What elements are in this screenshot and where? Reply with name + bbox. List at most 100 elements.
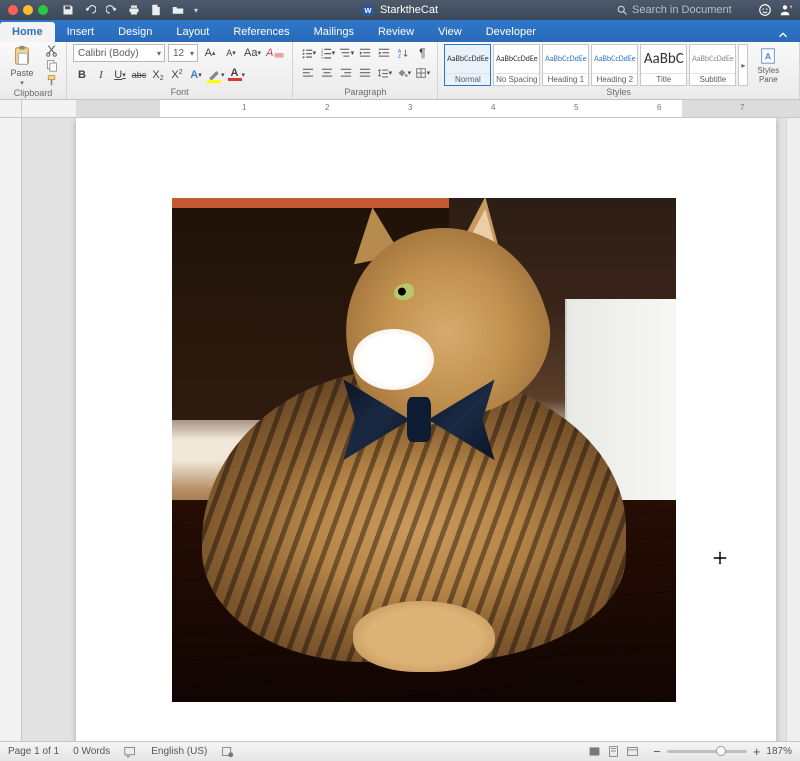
style-title[interactable]: AaBbCTitle	[640, 44, 687, 86]
show-marks-button[interactable]: ¶	[413, 44, 431, 62]
ribbon-tabs: Home Insert Design Layout References Mai…	[0, 20, 800, 42]
save-icon[interactable]	[62, 4, 74, 16]
decrease-indent-button[interactable]	[356, 44, 374, 62]
tab-mailings[interactable]: Mailings	[302, 22, 366, 42]
numbering-button[interactable]: 123▾	[318, 44, 336, 62]
print-layout-icon[interactable]	[607, 745, 620, 758]
zoom-window-button[interactable]	[38, 5, 48, 15]
view-buttons	[588, 745, 639, 758]
align-left-button[interactable]	[299, 64, 317, 82]
tab-review[interactable]: Review	[366, 22, 426, 42]
style-heading-2[interactable]: AaBbCcDdEeHeading 2	[591, 44, 638, 86]
web-layout-icon[interactable]	[626, 745, 639, 758]
new-doc-icon[interactable]	[150, 4, 162, 16]
underline-button[interactable]: U▾	[111, 66, 129, 84]
bullets-button[interactable]: ▾	[299, 44, 317, 62]
zoom-out-button[interactable]: −	[653, 744, 661, 759]
doc-title-wrap: W StarktheCat	[362, 4, 438, 16]
style-subtitle[interactable]: AaBbCcDdEeSubtitle	[689, 44, 736, 86]
font-size-select[interactable]: 12	[168, 44, 198, 62]
align-center-icon	[321, 67, 333, 79]
strikethrough-button[interactable]: abc	[130, 66, 148, 84]
print-icon[interactable]	[128, 4, 140, 16]
scrollbar-vertical[interactable]	[786, 118, 800, 741]
qat-overflow-icon[interactable]: ▾	[194, 6, 198, 15]
font-color-button[interactable]: A▾	[227, 66, 247, 84]
paste-label: Paste	[10, 68, 33, 78]
tab-view[interactable]: View	[426, 22, 474, 42]
tab-references[interactable]: References	[221, 22, 301, 42]
inserted-image[interactable]	[172, 198, 676, 702]
document-canvas[interactable]	[22, 118, 800, 741]
ruler-horizontal[interactable]: 1 2 3 4 5 6 7	[0, 100, 800, 118]
app-window: ▾ W StarktheCat + Home Insert Design Lay…	[0, 0, 800, 761]
copy-icon[interactable]	[45, 59, 58, 72]
doc-title: StarktheCat	[380, 4, 438, 16]
clear-formatting-button[interactable]: A	[265, 44, 286, 62]
eraser-icon	[273, 47, 285, 59]
zoom-slider-thumb[interactable]	[716, 746, 726, 756]
svg-text:W: W	[364, 6, 372, 15]
multilevel-list-button[interactable]: ▾	[337, 44, 355, 62]
search-input[interactable]	[632, 4, 752, 16]
borders-button[interactable]: ▾	[413, 64, 431, 82]
feedback-icon[interactable]	[758, 3, 772, 17]
zoom-in-button[interactable]: +	[753, 744, 761, 759]
spellcheck-icon[interactable]	[124, 745, 137, 758]
justify-icon	[359, 67, 371, 79]
zoom-slider[interactable]	[667, 750, 747, 753]
tab-layout[interactable]: Layout	[164, 22, 221, 42]
tab-home[interactable]: Home	[0, 22, 55, 42]
macro-record-icon[interactable]	[221, 745, 234, 758]
focus-mode-icon[interactable]	[588, 745, 601, 758]
tab-developer[interactable]: Developer	[474, 22, 548, 42]
status-language[interactable]: English (US)	[151, 746, 207, 757]
status-page[interactable]: Page 1 of 1	[8, 746, 59, 757]
paste-button[interactable]: Paste ▾	[6, 45, 38, 87]
document-area	[0, 118, 800, 741]
shrink-font-button[interactable]: A▾	[222, 44, 240, 62]
status-words[interactable]: 0 Words	[73, 746, 110, 757]
text-effects-button[interactable]: A▾	[187, 66, 205, 84]
grow-font-button[interactable]: A▴	[201, 44, 219, 62]
superscript-button[interactable]: X2	[168, 66, 186, 84]
collapse-ribbon-icon[interactable]	[776, 28, 790, 42]
styles-pane-button[interactable]: A Styles Pane	[752, 47, 784, 84]
group-styles: AaBbCcDdEeNormal AaBbCcDdEeNo Spacing Aa…	[438, 42, 800, 99]
format-painter-icon[interactable]	[45, 74, 58, 87]
align-right-button[interactable]	[337, 64, 355, 82]
line-spacing-button[interactable]: ▾	[375, 64, 393, 82]
shading-button[interactable]: ▾	[394, 64, 412, 82]
share-icon[interactable]: +	[778, 3, 792, 17]
ruler-num: 6	[657, 103, 661, 112]
undo-icon[interactable]	[84, 4, 96, 16]
styles-gallery-next[interactable]: ▸	[738, 44, 748, 86]
font-name-select[interactable]: Calibri (Body)	[73, 44, 165, 62]
minimize-window-button[interactable]	[23, 5, 33, 15]
justify-button[interactable]	[356, 64, 374, 82]
cut-icon[interactable]	[45, 44, 58, 57]
style-normal[interactable]: AaBbCcDdEeNormal	[444, 44, 491, 86]
increase-indent-button[interactable]	[375, 44, 393, 62]
ruler-vertical[interactable]	[0, 118, 22, 741]
open-icon[interactable]	[172, 4, 184, 16]
ruler-num: 5	[574, 103, 578, 112]
style-no-spacing[interactable]: AaBbCcDdEeNo Spacing	[493, 44, 540, 86]
sort-button[interactable]: AZ	[394, 44, 412, 62]
close-window-button[interactable]	[8, 5, 18, 15]
align-center-button[interactable]	[318, 64, 336, 82]
subscript-button[interactable]: X2	[149, 66, 167, 84]
tab-design[interactable]: Design	[106, 22, 164, 42]
traffic-lights	[0, 5, 48, 15]
search-in-doc[interactable]	[616, 4, 752, 16]
page[interactable]	[76, 118, 776, 741]
style-heading-1[interactable]: AaBbCcDdEeHeading 1	[542, 44, 589, 86]
tab-insert[interactable]: Insert	[55, 22, 107, 42]
bold-button[interactable]: B	[73, 66, 91, 84]
zoom-level[interactable]: 187%	[766, 746, 792, 757]
change-case-button[interactable]: Aa▾	[243, 44, 262, 62]
redo-icon[interactable]	[106, 4, 118, 16]
italic-button[interactable]: I	[92, 66, 110, 84]
multilevel-icon	[339, 47, 351, 59]
highlight-button[interactable]: ▾	[206, 66, 226, 84]
